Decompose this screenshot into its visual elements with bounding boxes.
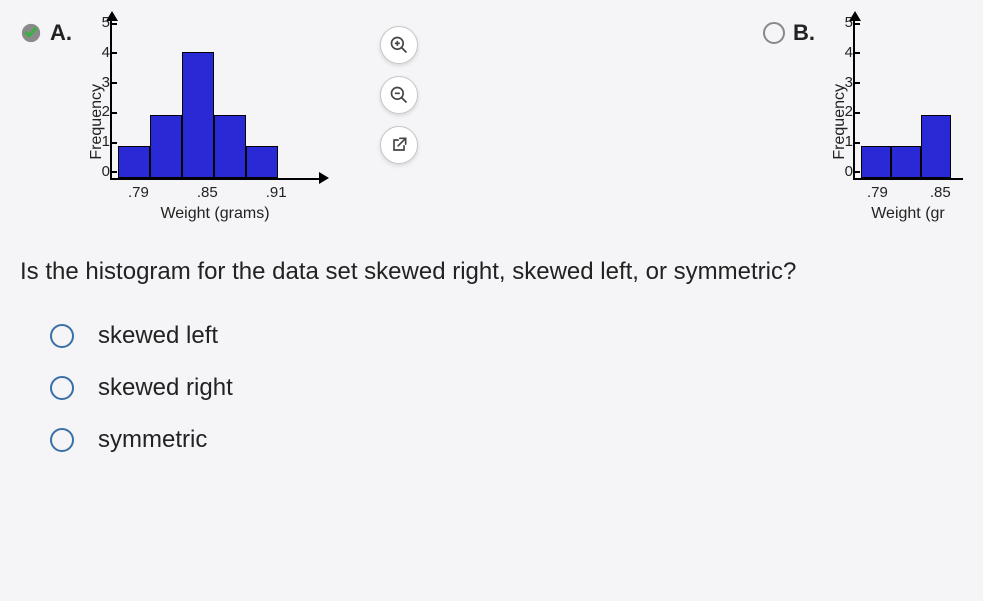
xtick: .85	[197, 184, 218, 201]
ytick: 3	[833, 74, 853, 91]
bar	[861, 146, 891, 178]
option-b[interactable]: B. Frequency 5 4 3 2 1 0	[763, 20, 963, 223]
zoom-out-button[interactable]	[380, 76, 418, 114]
answer-label: symmetric	[98, 426, 207, 454]
x-axis-arrow-icon	[319, 172, 329, 184]
bar	[150, 115, 182, 178]
zoom-out-icon	[389, 85, 409, 105]
xtick: .79	[128, 184, 149, 201]
ytick: 3	[90, 74, 110, 91]
answer-skewed-left[interactable]: skewed left	[50, 322, 963, 350]
answer-label: skewed left	[98, 322, 218, 350]
open-external-button[interactable]	[380, 126, 418, 164]
chart-b-xlabel: Weight (gr	[871, 205, 945, 223]
chart-controls	[380, 26, 418, 223]
chart-options-row: A. Frequency 5 4 3 2 1 0	[20, 20, 963, 223]
xtick: .85	[930, 184, 951, 201]
radio-icon[interactable]	[50, 376, 74, 400]
chart-b-yticks: 5 4 3 2 1 0	[833, 14, 853, 180]
zoom-in-button[interactable]	[380, 26, 418, 64]
ytick: 2	[833, 103, 853, 120]
radio-icon[interactable]	[50, 324, 74, 348]
answer-list: skewed left skewed right symmetric	[20, 322, 963, 454]
bar	[182, 52, 214, 178]
zoom-in-icon	[389, 35, 409, 55]
bar	[246, 146, 278, 178]
chart-a-plot: 5 4 3 2 1 0	[110, 20, 320, 180]
option-a-radio-selected[interactable]	[20, 22, 42, 44]
chart-a-inner: 5 4 3 2 1 0 .7	[110, 20, 320, 223]
chart-a-bars	[112, 20, 278, 178]
radio-icon[interactable]	[50, 428, 74, 452]
bar	[214, 115, 246, 178]
chart-a: Frequency 5 4 3 2 1 0	[88, 20, 320, 223]
ytick: 0	[90, 163, 110, 180]
chart-b-xticks: .79 .85	[853, 184, 963, 201]
external-link-icon	[389, 135, 409, 155]
option-b-letter: B.	[793, 20, 815, 46]
bar	[118, 146, 150, 178]
xtick: .79	[867, 184, 888, 201]
ytick: 5	[90, 14, 110, 31]
ytick: 1	[90, 133, 110, 150]
ytick: 5	[833, 14, 853, 31]
bar	[891, 146, 921, 178]
ytick: 1	[833, 133, 853, 150]
chart-a-yticks: 5 4 3 2 1 0	[90, 14, 110, 180]
bar	[921, 115, 951, 178]
chart-b-plot: 5 4 3 2 1 0	[853, 20, 963, 180]
answer-label: skewed right	[98, 374, 233, 402]
answer-symmetric[interactable]: symmetric	[50, 426, 963, 454]
checkmark-icon	[20, 22, 42, 44]
ytick: 0	[833, 163, 853, 180]
chart-b-inner: 5 4 3 2 1 0 .79 .85	[853, 20, 963, 223]
question-text: Is the histogram for the data set skewed…	[20, 258, 963, 286]
option-a-letter: A.	[50, 20, 72, 46]
ytick: 4	[833, 44, 853, 61]
chart-a-xticks: .79 .85 .91	[110, 184, 320, 201]
xtick: .91	[266, 184, 287, 201]
option-b-radio[interactable]	[763, 22, 785, 44]
option-a[interactable]: A. Frequency 5 4 3 2 1 0	[20, 20, 320, 223]
ytick: 4	[90, 44, 110, 61]
chart-b: Frequency 5 4 3 2 1 0	[831, 20, 963, 223]
chart-a-xlabel: Weight (grams)	[160, 205, 269, 223]
chart-b-bars	[855, 20, 951, 178]
answer-skewed-right[interactable]: skewed right	[50, 374, 963, 402]
ytick: 2	[90, 103, 110, 120]
